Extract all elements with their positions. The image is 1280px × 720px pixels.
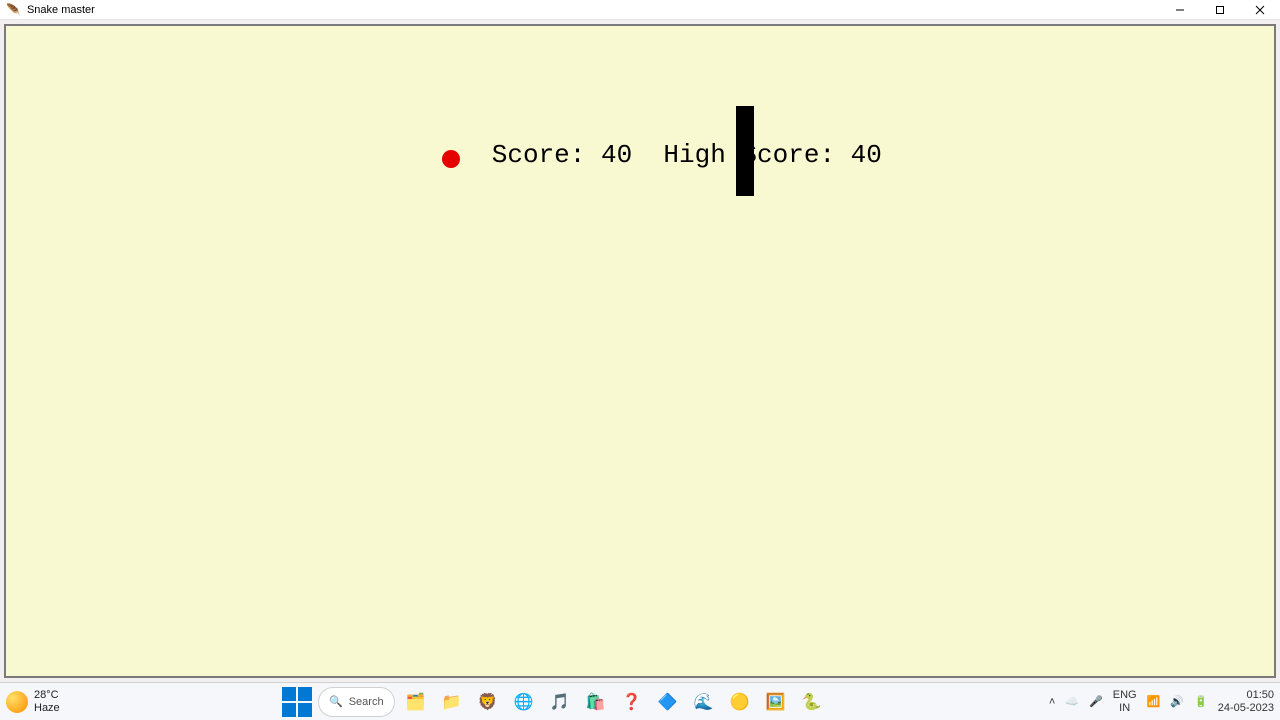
close-button[interactable] [1240, 0, 1280, 20]
weather-widget: 28°C Haze [34, 689, 60, 713]
start-quadrant [298, 687, 312, 701]
lang-top: ENG [1113, 689, 1137, 701]
language-indicator[interactable]: ENG IN [1113, 689, 1137, 713]
volume-icon[interactable]: 🔊 [1170, 695, 1184, 708]
battery-icon[interactable]: 🔋 [1194, 695, 1208, 708]
taskbar-left[interactable]: 28°C Haze [6, 689, 60, 713]
tray-chevron-icon[interactable]: ˄ [1049, 696, 1055, 708]
chrome-canary-icon[interactable]: 🟡 [725, 687, 755, 717]
help-icon[interactable]: ❓ [617, 687, 647, 717]
chrome-icon[interactable]: 🌐 [509, 687, 539, 717]
maximize-icon [1215, 5, 1225, 15]
weather-temp: 28°C [34, 689, 60, 701]
start-quadrant [282, 687, 296, 701]
taskbar-search[interactable]: 🔍 Search [318, 687, 395, 717]
titlebar-left: 🪶 Snake master [6, 3, 95, 17]
highscore-value: 40 [851, 140, 882, 170]
highscore-label: High Score: [663, 140, 850, 170]
snake-body [736, 106, 754, 196]
score-display: Score: 40 High Score: 40 [398, 110, 882, 200]
game-canvas[interactable]: Score: 40 High Score: 40 [4, 24, 1276, 678]
edge-icon[interactable]: 🌊 [689, 687, 719, 717]
wifi-icon[interactable]: 📶 [1147, 695, 1161, 708]
start-quadrant [298, 703, 312, 717]
vscode-icon[interactable]: 🔷 [653, 687, 683, 717]
spotify-icon[interactable]: 🎵 [545, 687, 575, 717]
maximize-button[interactable] [1200, 0, 1240, 20]
score-sep [632, 140, 663, 170]
lang-bot: IN [1119, 702, 1130, 714]
python-icon[interactable]: 🐍 [797, 687, 827, 717]
window-titlebar: 🪶 Snake master [0, 0, 1280, 20]
photos-icon[interactable]: 🖼️ [761, 687, 791, 717]
clock[interactable]: 01:50 24-05-2023 [1218, 689, 1274, 713]
taskbar-center: 🔍 Search 🗂️ 📁 🦁 🌐 🎵 🛍️ ❓ 🔷 🌊 🟡 🖼️ 🐍 [282, 687, 827, 717]
store-icon[interactable]: 🛍️ [581, 687, 611, 717]
brave-icon[interactable]: 🦁 [473, 687, 503, 717]
taskbar: 28°C Haze 🔍 Search 🗂️ 📁 🦁 🌐 🎵 🛍️ ❓ 🔷 🌊 🟡… [0, 682, 1280, 720]
clock-date: 24-05-2023 [1218, 702, 1274, 714]
weather-cond: Haze [34, 702, 60, 714]
window-controls [1160, 0, 1280, 19]
score-label: Score: [492, 140, 601, 170]
search-placeholder: Search [349, 696, 384, 708]
file-explorer-icon[interactable]: 📁 [437, 687, 467, 717]
food-dot [442, 150, 460, 168]
minimize-button[interactable] [1160, 0, 1200, 20]
start-quadrant [282, 703, 296, 717]
onedrive-icon[interactable]: ☁️ [1065, 695, 1079, 708]
task-view-icon[interactable]: 🗂️ [401, 687, 431, 717]
close-icon [1255, 5, 1265, 15]
clock-time: 01:50 [1246, 689, 1274, 701]
taskbar-right: ˄ ☁️ 🎤 ENG IN 📶 🔊 🔋 01:50 24-05-2023 [1049, 689, 1274, 713]
score-value: 40 [601, 140, 632, 170]
search-icon: 🔍 [329, 695, 343, 708]
game-window-body: Score: 40 High Score: 40 [0, 20, 1280, 682]
start-button[interactable] [282, 687, 312, 717]
weather-icon [6, 691, 28, 713]
app-icon: 🪶 [6, 3, 21, 17]
window-title: Snake master [27, 4, 95, 16]
minimize-icon [1175, 5, 1185, 15]
mic-icon[interactable]: 🎤 [1089, 695, 1103, 708]
